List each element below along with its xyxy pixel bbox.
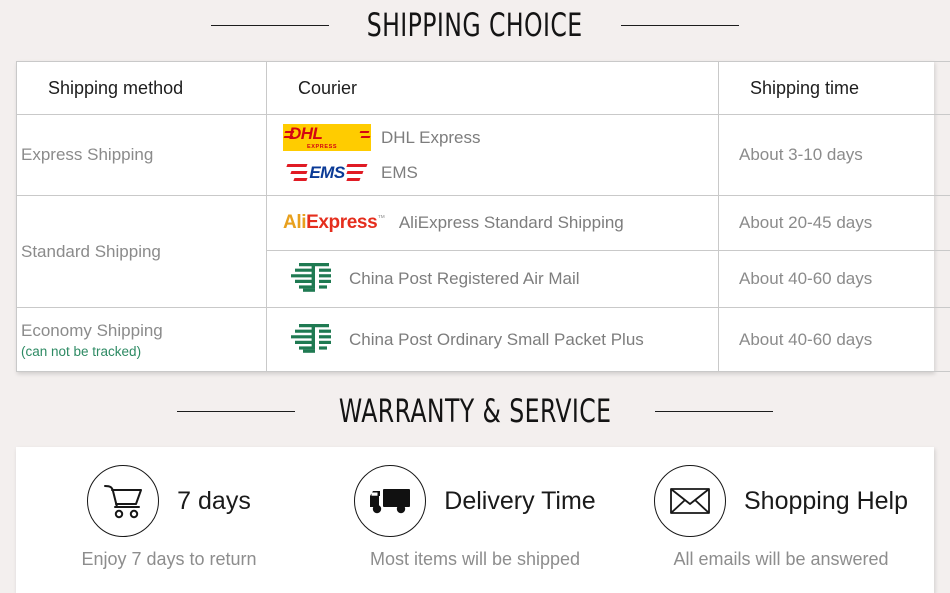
shipping-choice-title: SHIPPING CHOICE [367,6,583,44]
dhl-logo-word: DHL [289,124,322,144]
service-head: Delivery Time [354,465,595,537]
dhl-logo-subtext: EXPRESS [307,144,337,150]
method-label: Economy Shipping [21,321,163,340]
service-caption: All emails will be answered [673,549,888,570]
heading-rule-right [621,25,739,26]
cell-time-economy: About 40-60 days [719,308,950,372]
service-item-returns: 7 days Enjoy 7 days to return [16,465,322,593]
aliexpress-logo-express: Express [306,212,377,233]
cell-method-express: Express Shipping [17,115,267,196]
service-panel: 7 days Enjoy 7 days to return Delivery T… [16,447,934,593]
heading-rule-left [211,25,329,26]
cell-method-standard: Standard Shipping [17,196,267,308]
service-caption: Most items will be shipped [370,549,580,570]
cell-time-standard: About 20-45 days [719,196,950,251]
dhl-logo: DHL EXPRESS [283,124,371,151]
envelope-icon [654,465,726,537]
aliexpress-logo-ali: Ali [283,212,306,233]
shipping-choice-heading: SHIPPING CHOICE [0,6,950,44]
ems-logo-word: EMS [309,163,344,183]
table-row: Economy Shipping (can not be tracked) [17,308,950,372]
cell-method-economy: Economy Shipping (can not be tracked) [17,308,267,372]
method-label: Standard Shipping [21,242,161,261]
courier-line-ems: EMS EMS [283,158,718,187]
header-shipping-method: Shipping method [17,62,267,115]
service-item-delivery: Delivery Time Most items will be shipped [322,465,628,593]
table-header-row: Shipping method Courier Shipping time [17,62,950,115]
courier-name: China Post Registered Air Mail [349,269,580,289]
aliexpress-logo: AliExpress™ [283,212,389,234]
method-tracking-note: (can not be tracked) [21,344,262,359]
table-row: Express Shipping DHL EXPRESS DHL Express [17,115,950,196]
delivery-truck-icon [354,465,426,537]
service-item-help: Shopping Help All emails will be answere… [628,465,934,593]
service-caption: Enjoy 7 days to return [81,549,256,570]
trademark-icon: ™ [377,214,385,223]
china-post-logo [289,259,335,299]
service-head: Shopping Help [654,465,908,537]
service-head: 7 days [87,465,251,537]
ems-logo: EMS [283,160,371,185]
courier-name: AliExpress Standard Shipping [399,213,624,233]
cell-time-express: About 3-10 days [719,115,950,196]
heading-rule-right [655,411,773,412]
service-title: 7 days [177,487,251,516]
cell-courier-express: DHL EXPRESS DHL Express EMS EMS [267,115,719,196]
cell-courier-china-post-registered: China Post Registered Air Mail [267,251,719,308]
heading-rule-left [177,411,295,412]
cell-courier-aliexpress: AliExpress™ AliExpress Standard Shipping [267,196,719,251]
cell-time-china-post-registered: About 40-60 days [719,251,950,308]
header-shipping-time: Shipping time [719,62,950,115]
shopping-cart-icon [87,465,159,537]
china-post-logo [289,320,335,360]
shipping-table: Shipping method Courier Shipping time Ex… [16,61,950,372]
warranty-service-title: WARRANTY & SERVICE [339,392,612,430]
courier-line-china-post: China Post Registered Air Mail [283,259,718,299]
table-row: Standard Shipping AliExpress™ AliExpress… [17,196,950,251]
courier-line-dhl: DHL EXPRESS DHL Express [283,123,718,152]
service-title: Shopping Help [744,487,908,516]
method-label: Express Shipping [21,145,153,164]
service-title: Delivery Time [444,487,595,516]
cell-courier-china-post-ordinary: China Post Ordinary Small Packet Plus [267,308,719,372]
warranty-service-heading: WARRANTY & SERVICE [0,392,950,430]
courier-line-china-post-ordinary: China Post Ordinary Small Packet Plus [283,320,718,360]
courier-name: EMS [381,163,418,183]
courier-name: DHL Express [381,128,481,148]
header-courier: Courier [267,62,719,115]
courier-line-aliexpress: AliExpress™ AliExpress Standard Shipping [283,209,718,238]
shipping-table-panel: Shipping method Courier Shipping time Ex… [16,61,934,372]
courier-name: China Post Ordinary Small Packet Plus [349,330,644,350]
